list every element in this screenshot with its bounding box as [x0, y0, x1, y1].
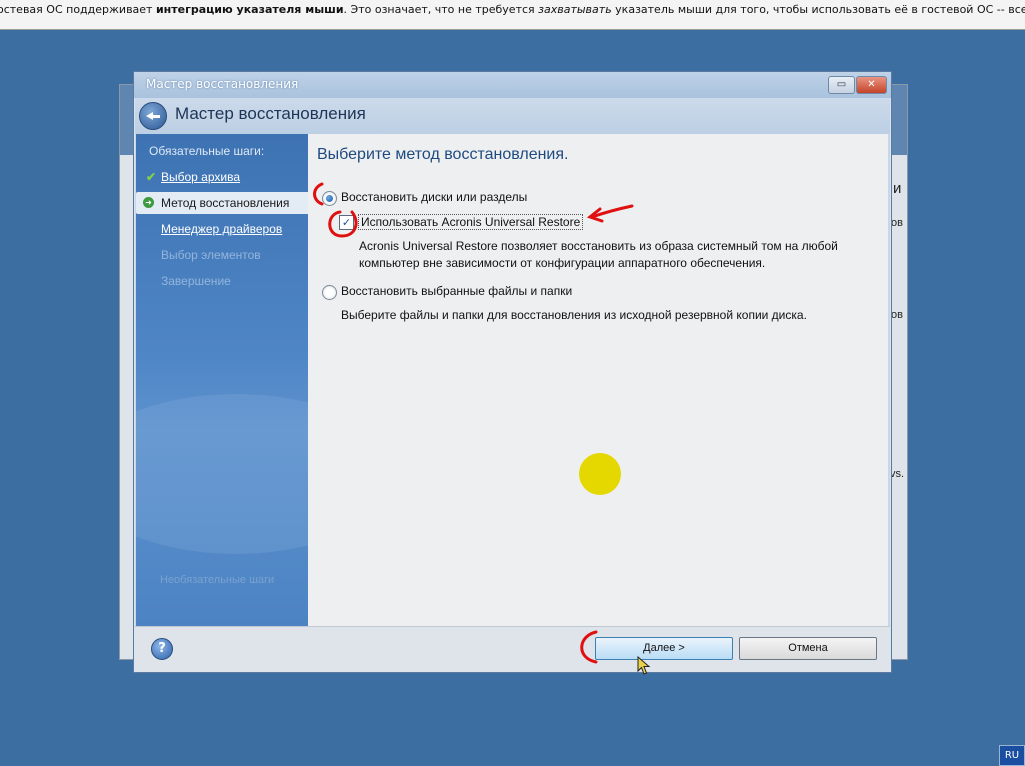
notice-italic: захватывать [538, 3, 612, 16]
restore-window-button[interactable]: ▭ [828, 76, 855, 94]
notice-part-3: . Это означает, что не требуется [343, 3, 539, 16]
universal-restore-description-2: компьютер вне зависимости от конфигураци… [359, 256, 766, 270]
restore-files-description: Выберите файлы и папки для восстановлени… [341, 308, 807, 322]
next-button[interactable]: Далее > [595, 637, 733, 660]
background-fragment: ов [891, 309, 903, 321]
help-icon[interactable]: ? [151, 638, 173, 660]
notice-part-1: остевая ОС поддерживает [0, 3, 156, 16]
wizard-title: Мастер восстановления [175, 104, 366, 123]
step-label: Метод восстановления [161, 196, 290, 210]
steps-panel: Обязательные шаги: ✔ Выбор архива ➜ Мето… [136, 134, 308, 626]
mouse-pointer-icon [637, 656, 651, 675]
notice-bold: интеграцию указателя мыши [155, 3, 344, 16]
wizard-header: Мастер восстановления [135, 98, 890, 134]
step-item-selection: Выбор элементов [136, 244, 308, 266]
panel-decoration [136, 394, 308, 554]
universal-restore-checkbox[interactable]: ✓ [339, 215, 354, 230]
step-finish: Завершение [136, 270, 308, 292]
step-archive-selection[interactable]: ✔ Выбор архива [136, 166, 308, 188]
current-step-arrow-icon: ➜ [143, 197, 154, 208]
required-steps-heading: Обязательные шаги: [149, 144, 265, 158]
restore-files-radio[interactable] [322, 285, 337, 300]
restore-disks-label[interactable]: Восстановить диски или разделы [341, 190, 527, 204]
close-window-button[interactable]: ✕ [856, 76, 887, 94]
step-label: Менеджер драйверов [161, 222, 283, 236]
restore-wizard-window: Мастер восстановления ▭ ✕ Мастер восстан… [133, 71, 892, 673]
step-label: Завершение [161, 274, 231, 288]
restore-disks-radio[interactable] [322, 191, 337, 206]
window-title: Мастер восстановления [146, 77, 299, 91]
cancel-button[interactable]: Отмена [739, 637, 877, 660]
checkmark-icon: ✔ [146, 170, 157, 184]
mouse-integration-notice: остевая ОС поддерживает интеграцию указа… [0, 0, 1025, 30]
universal-restore-label[interactable]: Использовать Acronis Universal Restore [358, 214, 584, 230]
click-highlight-dot [579, 453, 621, 495]
background-fragment: и [893, 180, 902, 197]
step-label: Выбор архива [161, 170, 241, 184]
background-fragment: ов [891, 217, 903, 229]
notice-part-5: указатель мыши для того, чтобы использов… [615, 3, 1025, 16]
title-bar[interactable]: Мастер восстановления ▭ ✕ [134, 72, 891, 98]
wizard-content: Выберите метод восстановления. Восстанов… [308, 134, 888, 626]
step-label: Выбор элементов [161, 248, 261, 262]
step-driver-manager[interactable]: Менеджер драйверов [136, 218, 308, 240]
content-title: Выберите метод восстановления. [317, 146, 569, 163]
back-arrow-icon[interactable] [139, 102, 167, 130]
universal-restore-description-1: Acronis Universal Restore позволяет восс… [359, 239, 838, 253]
wizard-footer: ? Далее > Отмена [135, 626, 890, 672]
step-restore-method[interactable]: ➜ Метод восстановления [136, 192, 308, 214]
background-fragment: vs. [890, 468, 905, 480]
optional-steps-heading: Необязательные шаги [160, 574, 275, 586]
language-indicator[interactable]: RU [999, 745, 1025, 766]
restore-files-label[interactable]: Восстановить выбранные файлы и папки [341, 284, 572, 298]
notice-text: остевая ОС поддерживает интеграцию указа… [0, 3, 1025, 16]
